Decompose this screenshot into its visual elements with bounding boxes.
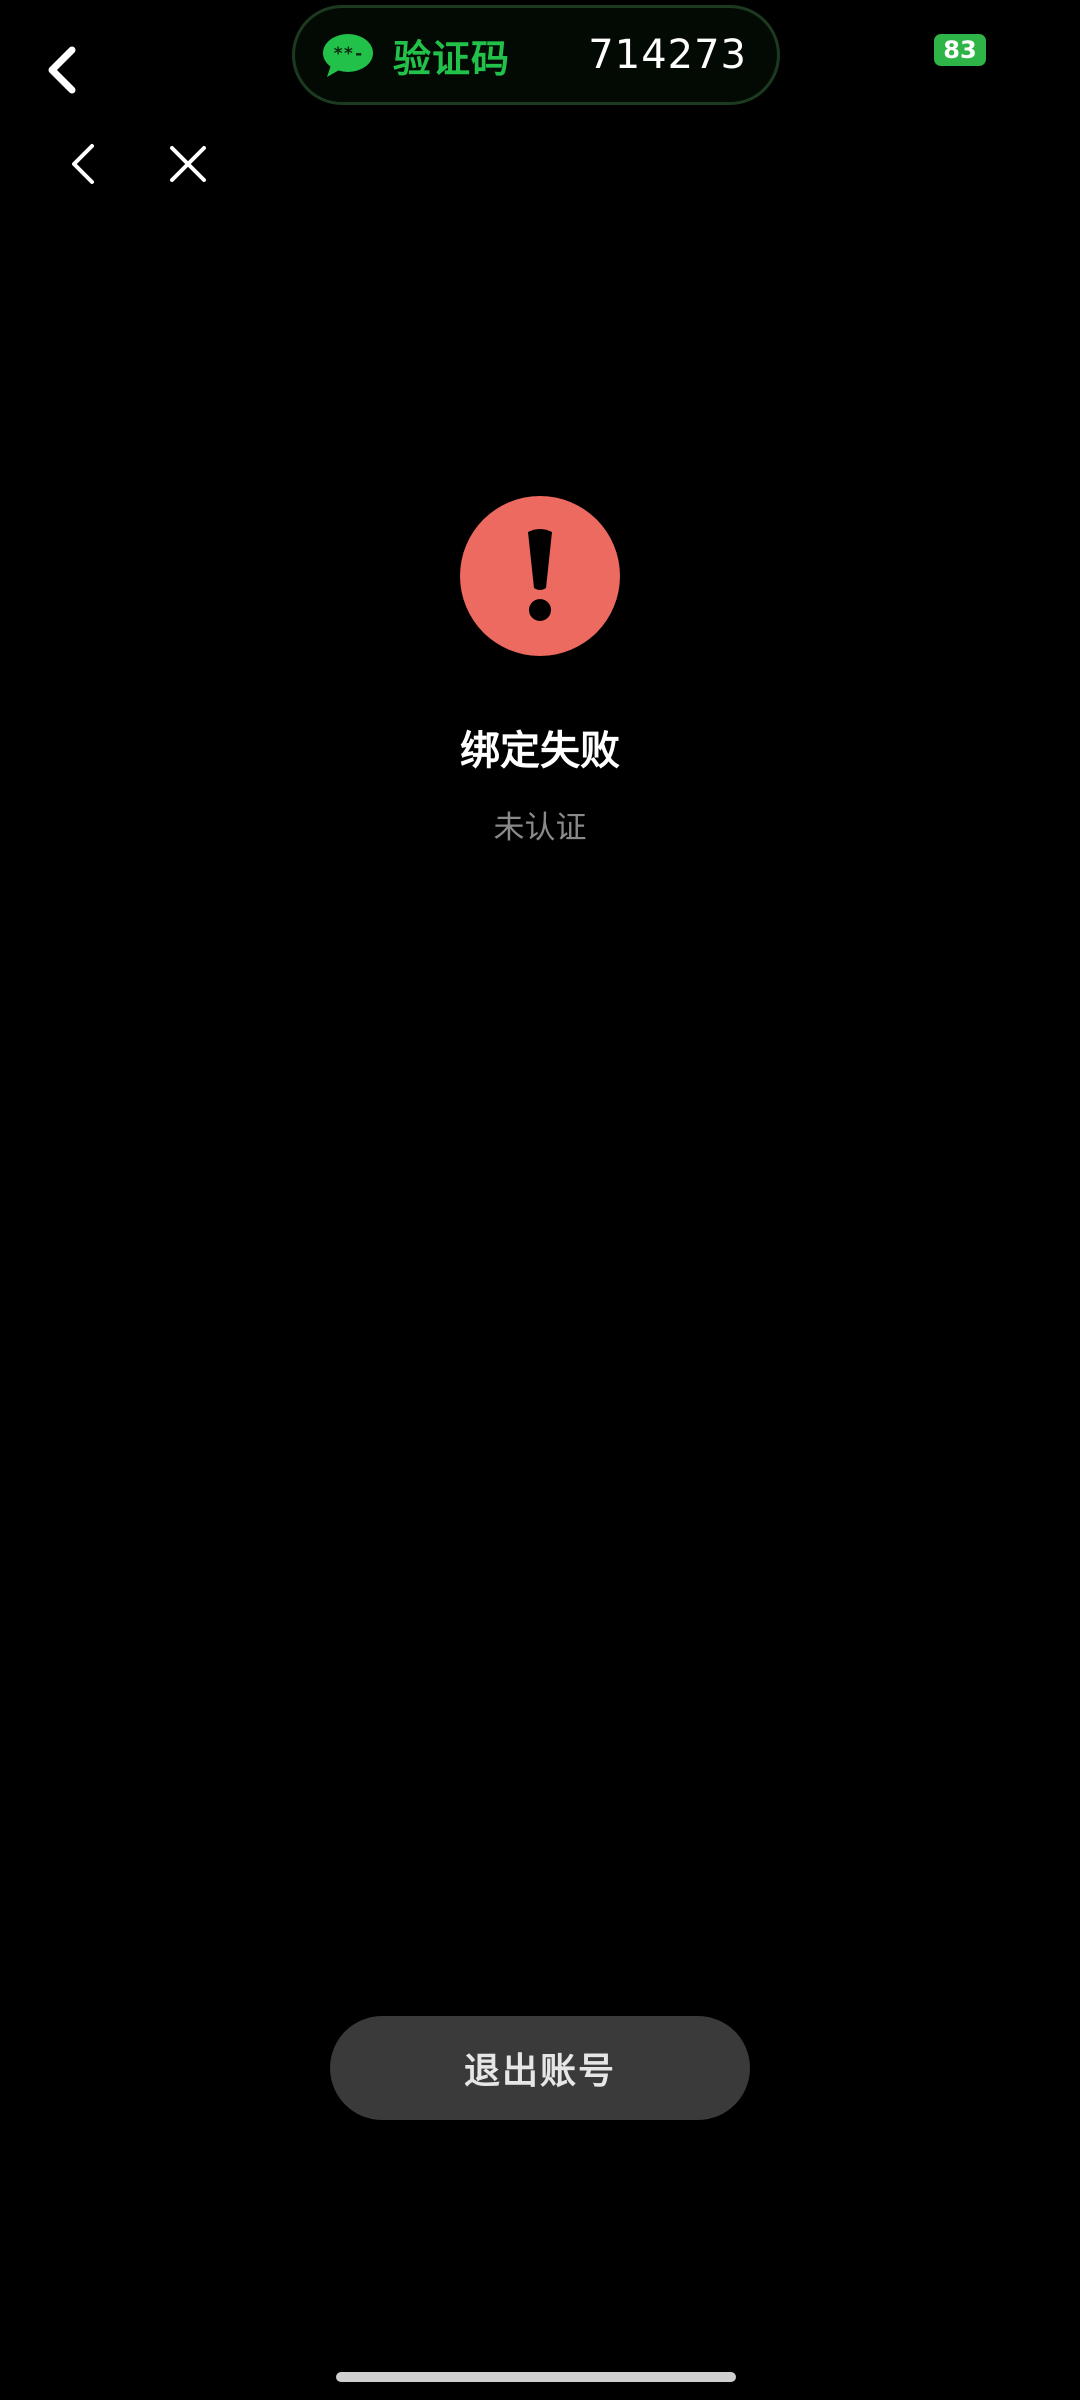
exclamation-circle-icon [460, 496, 620, 656]
chevron-left-icon [72, 144, 94, 184]
result-subtitle: 未认证 [493, 810, 587, 846]
sms-verification-notification[interactable]: **- 验证码 714273 [292, 5, 780, 105]
svg-text:**-: **- [333, 44, 364, 64]
message-bubble-icon: **- [321, 31, 375, 79]
verification-code[interactable]: 714273 [588, 32, 747, 78]
result-title: 绑定失败 [460, 728, 620, 774]
close-button[interactable] [158, 134, 218, 194]
sms-label: 验证码 [393, 36, 511, 81]
status-bar-back-button[interactable] [30, 38, 94, 102]
close-icon [170, 146, 206, 182]
bind-result-screen: **- 验证码 714273 83 绑定失败 未认证 退出账号 [0, 0, 1080, 2400]
chevron-left-icon [48, 46, 76, 94]
home-indicator[interactable] [336, 2372, 736, 2382]
logout-button[interactable]: 退出账号 [330, 2016, 750, 2120]
battery-indicator: 83 [934, 34, 986, 66]
back-button[interactable] [54, 134, 114, 194]
